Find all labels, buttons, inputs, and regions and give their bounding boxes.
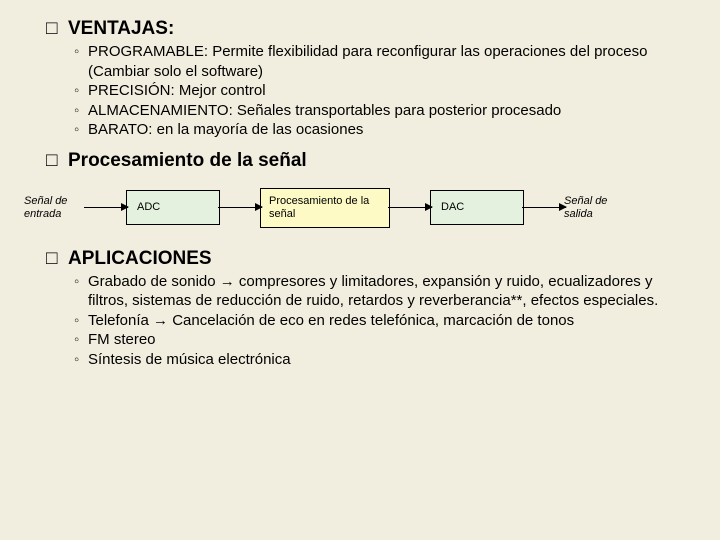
procesamiento-heading: Procesamiento de la señal [68,150,696,172]
list-item: BARATO: en la mayoría de las ocasiones [74,120,696,140]
arrow-icon [388,207,432,208]
arrow-icon [522,207,566,208]
list-item: FM stereo [74,330,696,350]
aplicaciones-heading: APLICACIONES [68,248,696,270]
ventajas-heading: VENTAJAS: [68,18,696,40]
output-label: Señal de salida [564,195,626,221]
list-item: PRECISIÓN: Mejor control [74,81,696,101]
slide: VENTAJAS: PROGRAMABLE: Permite flexibili… [0,0,720,389]
list-item: Grabado de sonido → compresores y limita… [74,272,696,311]
aplicaciones-list: Grabado de sonido → compresores y limita… [74,272,696,370]
adc-block: ADC [126,190,220,225]
list-item: PROGRAMABLE: Permite flexibilidad para r… [74,42,696,81]
list-item: ALMACENAMIENTO: Señales transportables p… [74,101,696,121]
dac-block: DAC [430,190,524,225]
input-label: Señal de entrada [24,195,86,221]
processing-block: Procesamiento de la señal [260,188,390,228]
signal-flow-diagram: Señal de entrada ADC Procesamiento de la… [24,188,696,228]
list-item: Síntesis de música electrónica [74,350,696,370]
ventajas-list: PROGRAMABLE: Permite flexibilidad para r… [74,42,696,140]
arrow-icon [84,207,128,208]
arrow-icon [218,207,262,208]
list-item: Telefonía → Cancelación de eco en redes … [74,311,696,331]
